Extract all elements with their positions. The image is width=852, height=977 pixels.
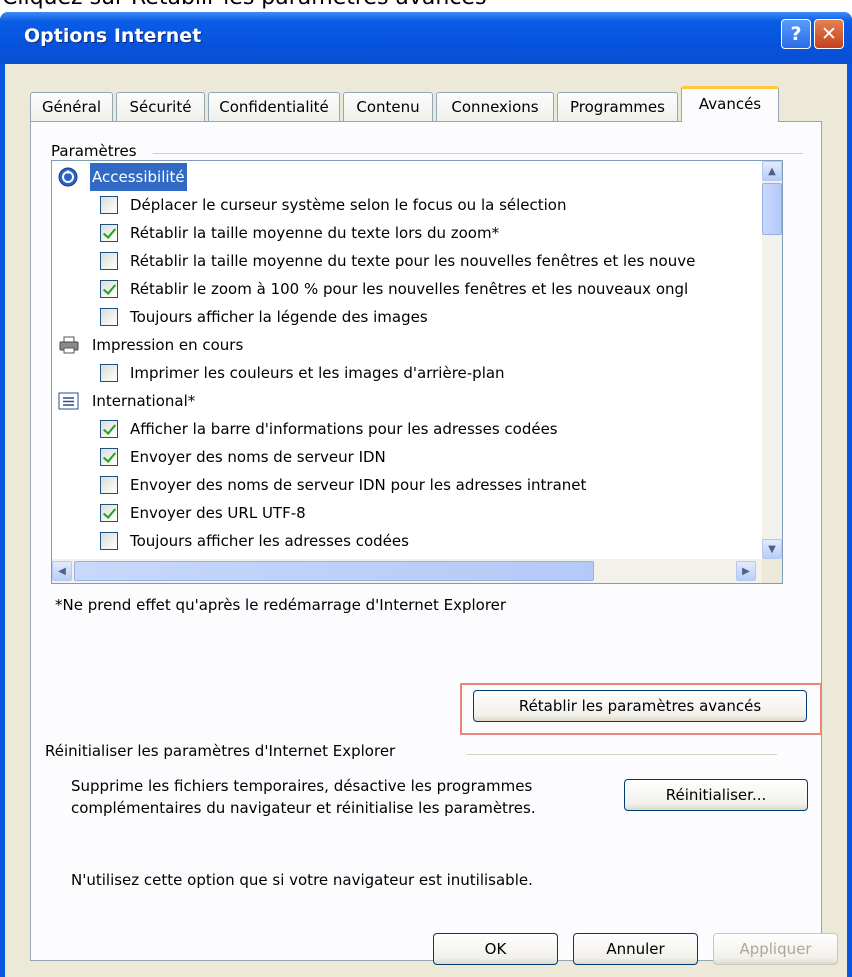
- settings-group-label: Paramètres: [51, 142, 145, 160]
- horizontal-scrollbar[interactable]: ◀ ▶: [52, 559, 782, 583]
- scroll-up-button[interactable]: ▲: [762, 161, 782, 181]
- tab-label: Général: [41, 98, 102, 116]
- setting-label: Envoyer des noms de serveur IDN: [130, 448, 386, 466]
- setting-label: Envoyer des URL UTF-8: [130, 504, 306, 522]
- reset-group-label: Réinitialiser les paramètres d'Internet …: [45, 742, 404, 760]
- checkbox[interactable]: [100, 504, 118, 522]
- tab-programmes[interactable]: Programmes: [557, 92, 678, 121]
- tab-label: Confidentialité: [219, 98, 329, 116]
- settings-listbox[interactable]: Accessibilité Déplacer le curseur systèm…: [51, 160, 783, 584]
- checkbox[interactable]: [100, 448, 118, 466]
- checkbox[interactable]: [100, 252, 118, 270]
- vertical-scrollbar[interactable]: ▲ ▼: [762, 161, 782, 559]
- help-icon: ?: [790, 23, 802, 45]
- setting-label: Imprimer les couleurs et les images d'ar…: [130, 364, 505, 382]
- checkbox[interactable]: [100, 420, 118, 438]
- description-line: complémentaires du navigateur et réiniti…: [71, 799, 536, 817]
- category-label: International*: [92, 392, 196, 410]
- printer-icon: [59, 336, 79, 354]
- options-internet-dialog: Options Internet ? ✕ Général Sécurité Co…: [0, 12, 852, 977]
- checkbox[interactable]: [100, 308, 118, 326]
- tab-label: Sécurité: [129, 98, 192, 116]
- group-divider: [153, 153, 803, 154]
- tab-label: Avancés: [698, 95, 762, 113]
- category-label: Impression en cours: [92, 336, 244, 354]
- apply-button[interactable]: Appliquer: [713, 933, 838, 965]
- ok-button[interactable]: OK: [433, 933, 558, 965]
- button-label: Réinitialiser...: [665, 786, 767, 804]
- vertical-scroll-thumb[interactable]: [762, 183, 782, 235]
- tab-general[interactable]: Général: [30, 92, 113, 121]
- close-button[interactable]: ✕: [814, 19, 844, 49]
- setting-label: Toujours afficher les adresses codées: [130, 532, 409, 550]
- tutorial-caption: Cliquez sur Rétablir les paramètres avan…: [0, 0, 852, 12]
- button-label: OK: [484, 940, 507, 958]
- chevron-down-icon: ▼: [768, 543, 776, 555]
- tab-label: Programmes: [570, 98, 665, 116]
- checkbox[interactable]: [100, 280, 118, 298]
- tab-avances[interactable]: Avancés: [681, 86, 779, 122]
- scroll-left-button[interactable]: ◀: [52, 561, 72, 581]
- restore-advanced-settings-button[interactable]: Rétablir les paramètres avancés: [473, 690, 807, 722]
- tab-securite[interactable]: Sécurité: [116, 92, 205, 121]
- checkbox[interactable]: [100, 476, 118, 494]
- close-icon: ✕: [821, 23, 837, 45]
- tab-contenu[interactable]: Contenu: [343, 92, 433, 121]
- scroll-right-button[interactable]: ▶: [736, 561, 756, 581]
- button-label: Rétablir les paramètres avancés: [518, 697, 762, 715]
- checkbox[interactable]: [100, 364, 118, 382]
- text-list-icon: [58, 392, 79, 410]
- setting-label: Afficher la barre d'informations pour le…: [130, 420, 558, 438]
- reset-description: Supprime les fichiers temporaires, désac…: [71, 775, 536, 819]
- reset-warning: N'utilisez cette option que si votre nav…: [71, 871, 533, 889]
- dialog-client-area: Général Sécurité Confidentialité Contenu…: [5, 64, 847, 977]
- chevron-left-icon: ◀: [58, 565, 66, 577]
- reset-button[interactable]: Réinitialiser...: [624, 779, 808, 811]
- tab-label: Connexions: [451, 98, 539, 116]
- restart-note: *Ne prend effet qu'après le redémarrage …: [55, 596, 507, 614]
- checkbox[interactable]: [100, 224, 118, 242]
- button-label: Annuler: [606, 940, 665, 958]
- category-label: Accessibilité: [89, 162, 188, 192]
- caption-text: Cliquez sur Rétablir les paramètres avan…: [2, 0, 486, 10]
- setting-label: Rétablir la taille moyenne du texte lors…: [130, 224, 500, 242]
- title-bar[interactable]: Options Internet ? ✕: [0, 12, 852, 64]
- setting-label: Toujours afficher la légende des images: [130, 308, 428, 326]
- help-button[interactable]: ?: [781, 19, 811, 49]
- checkbox[interactable]: [100, 532, 118, 550]
- description-line: Supprime les fichiers temporaires, désac…: [71, 777, 533, 795]
- setting-label: Envoyer des noms de serveur IDN pour les…: [130, 476, 587, 494]
- setting-label: Rétablir le zoom à 100 % pour les nouvel…: [130, 280, 689, 298]
- tab-connexions[interactable]: Connexions: [436, 92, 554, 121]
- chevron-right-icon: ▶: [742, 565, 750, 577]
- tab-confidentialite[interactable]: Confidentialité: [208, 92, 340, 121]
- group-divider: [467, 754, 777, 755]
- setting-label: Rétablir la taille moyenne du texte pour…: [130, 252, 696, 270]
- tab-label: Contenu: [356, 98, 420, 116]
- window-title: Options Internet: [24, 25, 202, 47]
- chevron-up-icon: ▲: [768, 165, 776, 177]
- scroll-down-button[interactable]: ▼: [762, 539, 782, 559]
- accessibility-icon: [58, 167, 78, 187]
- setting-label: Déplacer le curseur système selon le foc…: [130, 196, 567, 214]
- settings-list: Accessibilité Déplacer le curseur systèm…: [52, 161, 752, 559]
- scrollbar-corner: [762, 559, 782, 583]
- horizontal-scroll-thumb[interactable]: [74, 561, 594, 581]
- cancel-button[interactable]: Annuler: [573, 933, 698, 965]
- checkbox[interactable]: [100, 196, 118, 214]
- button-label: Appliquer: [739, 940, 812, 958]
